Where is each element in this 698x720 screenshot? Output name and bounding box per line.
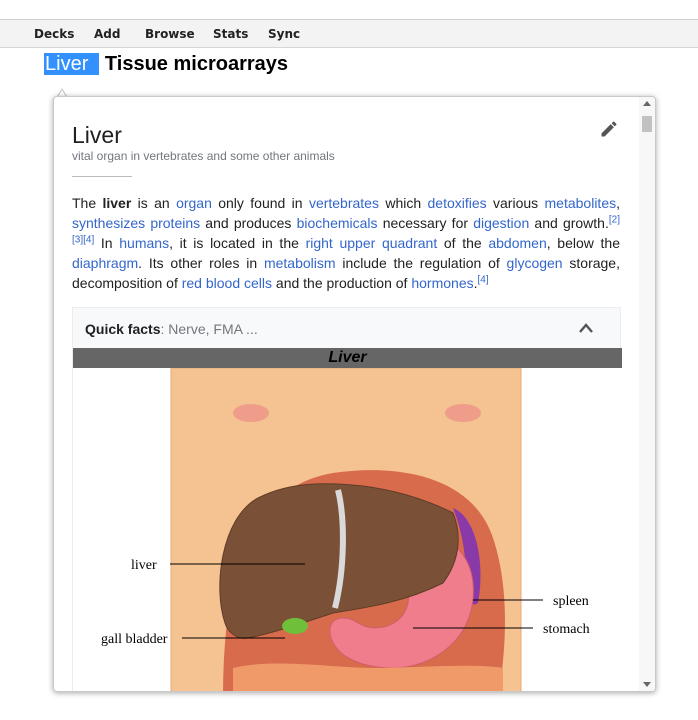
scroll-down-icon[interactable] [643,682,651,687]
infobox-banner: Liver [73,348,622,368]
popup-description: vital organ in vertebrates and some othe… [72,149,335,163]
quick-facts-header[interactable]: Quick facts: Nerve, FMA ... [85,321,258,337]
label-spleen: spleen [553,594,589,609]
link-synthesizes-proteins[interactable]: synthesizes proteins [72,215,200,231]
quick-facts-summary: : Nerve, FMA ... [160,321,258,337]
menu-stats[interactable]: Stats [213,27,248,41]
ref-3[interactable]: [3] [72,234,83,245]
link-metabolites[interactable]: metabolites [545,195,617,211]
liver-anatomy-diagram: liver gall bladder spleen stomach [73,368,622,691]
bold-term: liver [102,195,132,211]
link-humans[interactable]: humans [119,235,169,251]
menu-bar: Decks Add Browse Stats Sync [0,19,698,48]
scroll-up-icon[interactable] [643,101,651,106]
menu-sync[interactable]: Sync [268,27,300,41]
quick-facts-panel: Quick facts: Nerve, FMA ... Liver liver … [72,307,622,691]
popup-title: Liver [72,122,122,148]
link-vertebrates[interactable]: vertebrates [309,195,379,211]
menu-decks[interactable]: Decks [34,27,74,41]
menu-browse[interactable]: Browse [145,27,195,41]
link-digestion[interactable]: digestion [473,215,529,231]
link-detoxifies[interactable]: detoxifies [428,195,487,211]
ref-2[interactable]: [2] [609,214,620,225]
chevron-up-icon[interactable] [578,322,594,334]
card-heading: Liver Tissue microarrays [44,53,288,76]
wikipedia-popup: Liver vital organ in vertebrates and som… [53,96,656,692]
label-stomach: stomach [543,622,590,637]
ref-4[interactable]: [4] [83,234,94,245]
link-organ[interactable]: organ [176,195,212,211]
label-gall-bladder: gall bladder [101,632,168,647]
menu-add[interactable]: Add [94,27,120,41]
link-biochemicals[interactable]: biochemicals [297,215,378,231]
link-right-upper-quadrant[interactable]: right upper quadrant [306,235,438,251]
link-metabolism[interactable]: metabolism [264,255,336,271]
label-liver: liver [131,558,157,573]
ref-4b[interactable]: [4] [478,274,489,285]
popup-extract: The liver is an organ only found in vert… [72,195,621,291]
link-hormones[interactable]: hormones [411,275,473,291]
link-abdomen[interactable]: abdomen [488,235,546,251]
scroll-thumb[interactable] [642,116,652,132]
link-red-blood-cells[interactable]: red blood cells [182,275,272,291]
link-glycogen[interactable]: glycogen [507,255,563,271]
selected-word[interactable]: Liver [44,53,100,75]
link-diaphragm[interactable]: diaphragm [72,255,138,271]
pencil-icon[interactable] [599,119,619,139]
title-divider [72,176,132,177]
quick-facts-label: Quick facts [85,321,161,337]
popup-scrollbar[interactable] [639,97,655,691]
heading-rest: Tissue microarrays [104,53,288,75]
